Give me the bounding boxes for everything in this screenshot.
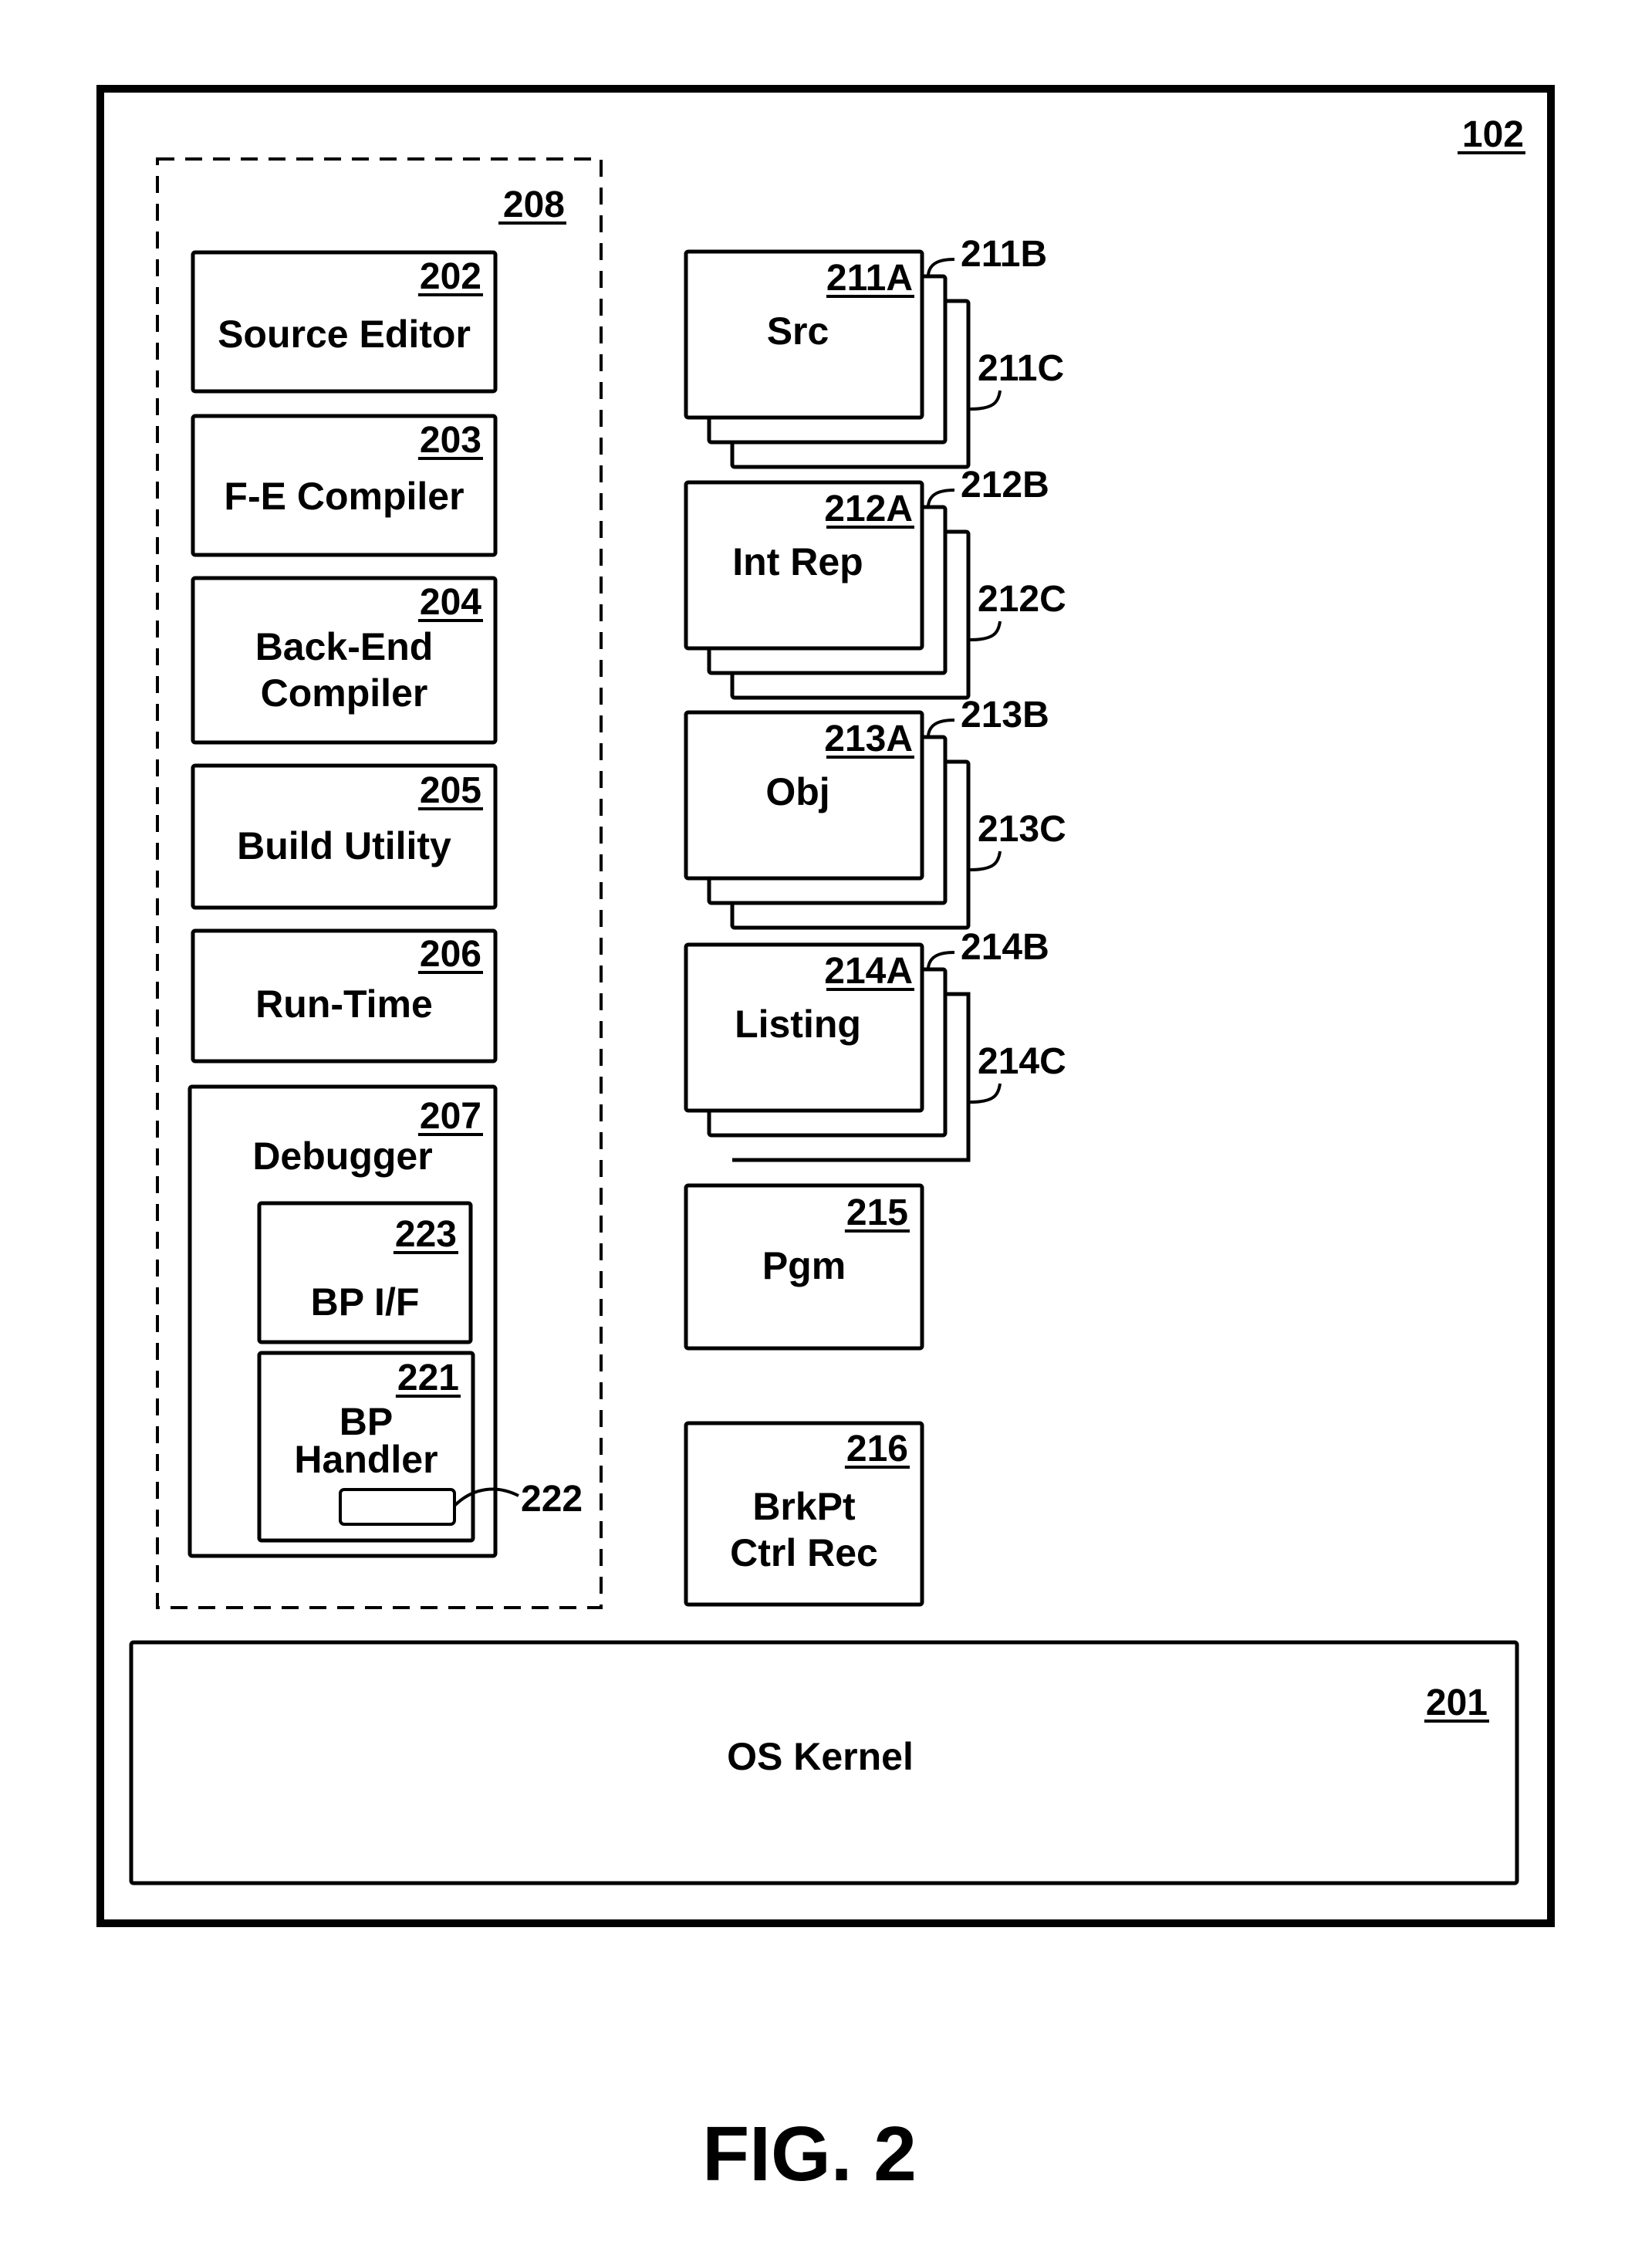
fe-compiler-ref-label: 203: [420, 420, 481, 461]
int-rep-ref-c-leader: [969, 621, 1002, 641]
build-utility-component: 205 Build Utility: [191, 763, 498, 910]
source-editor-title-line: Source Editor: [218, 313, 471, 356]
int-rep-ref-a: 212A: [824, 489, 913, 529]
listing-ref-a: 214A: [824, 951, 913, 992]
bp-handler-ref-label: 221: [397, 1358, 459, 1398]
bp-interface-title-line: BP I/F: [311, 1280, 420, 1324]
listing-ref-c-leader: [969, 1083, 1002, 1104]
brkpt-ctrl-rec-title-line: BrkPt: [752, 1485, 856, 1528]
os-kernel-title-line: OS Kernel: [727, 1735, 914, 1778]
listing-ref-c: 214C: [978, 1041, 1066, 1082]
os-kernel-ref-label: 201: [1426, 1682, 1488, 1723]
bp-handler-title-line: Handler: [294, 1438, 437, 1481]
listing-title: Listing: [735, 1003, 861, 1046]
pgm-title-line: Pgm: [762, 1244, 846, 1287]
brkpt-ctrl-rec-title-line: Ctrl Rec: [730, 1531, 878, 1574]
debugger-ref-label: 207: [420, 1096, 481, 1137]
int-rep-ref-b-leader: [927, 489, 955, 506]
run-time-ref-label: 206: [420, 934, 481, 975]
src-ref-a: 211A: [826, 258, 913, 299]
stacks-layer: 211A Src 211B 211C 212A Int Rep 212B 212C 213A Ob…: [684, 234, 1066, 1162]
brkpt-ctrl-rec-component: 216 BrkPtCtrl Rec: [684, 1421, 924, 1607]
figure-caption: FIG. 2: [702, 2111, 917, 2197]
back-end-compiler-title-line: Compiler: [261, 671, 428, 715]
bp-handler-title-line: BP: [340, 1400, 393, 1443]
bp-handler-field-222: [339, 1488, 456, 1526]
int-rep-ref-c: 212C: [978, 579, 1066, 620]
os-kernel-component: 201 OS Kernel: [129, 1640, 1519, 1885]
fe-compiler-title-line: F-E Compiler: [224, 475, 464, 518]
obj-ref-b: 213B: [961, 695, 1049, 736]
brkpt-ctrl-rec-ref-label: 216: [846, 1429, 908, 1469]
int-rep-ref-b: 212B: [961, 465, 1049, 506]
bp-interface-component: 223 BP I/F: [257, 1201, 473, 1344]
debugger-title-line: Debugger: [252, 1135, 432, 1178]
src-ref-b-leader: [927, 258, 955, 276]
pgm-component: 215Pgm: [684, 1183, 924, 1351]
int-rep-title: Int Rep: [732, 540, 863, 583]
source-editor-component: 202 Source Editor: [191, 250, 498, 394]
fig-2-diagram: 102 208 202Source Editor203F-E Compiler2…: [96, 85, 1555, 2197]
obj-ref-c-leader: [969, 851, 1002, 871]
source-editor-ref-label: 202: [420, 256, 481, 297]
int-rep-document-stack: 212A Int Rep 212B 212C: [684, 465, 1066, 700]
group-ref-label: 208: [503, 184, 565, 225]
pgm-ref-label: 215: [846, 1192, 908, 1233]
system-ref-label: 102: [1462, 114, 1524, 155]
bp-interface-ref-label: 223: [395, 1214, 457, 1255]
fe-compiler-component: 203 F-E Compiler: [191, 414, 498, 557]
listing-ref-b: 214B: [961, 927, 1049, 968]
listing-document-stack: 214A Listing 214B 214C: [684, 927, 1066, 1162]
back-end-compiler-ref-label: 204: [420, 582, 481, 623]
run-time-component: 206 Run-Time: [191, 928, 498, 1064]
src-document-stack: 211A Src 211B 211C: [684, 234, 1064, 469]
src-ref-b: 211B: [961, 234, 1047, 275]
obj-ref-b-leader: [927, 719, 955, 736]
obj-title: Obj: [765, 770, 829, 813]
src-title: Src: [767, 309, 829, 353]
field-222-ref-label: 222: [521, 1479, 583, 1520]
obj-document-stack: 213A Obj 213B 213C: [684, 695, 1066, 930]
back-end-compiler-title-line: Back-End: [255, 625, 434, 668]
run-time-title-line: Run-Time: [255, 982, 433, 1026]
build-utility-title-line: Build Utility: [237, 824, 451, 867]
listing-ref-b-leader: [927, 951, 955, 969]
obj-ref-c: 213C: [978, 809, 1066, 850]
src-ref-c-leader: [969, 390, 1002, 411]
back-end-compiler-component: 204Back-EndCompiler: [191, 576, 498, 745]
obj-ref-a: 213A: [824, 719, 913, 759]
src-ref-c: 211C: [978, 348, 1064, 389]
build-utility-ref-label: 205: [420, 770, 481, 811]
